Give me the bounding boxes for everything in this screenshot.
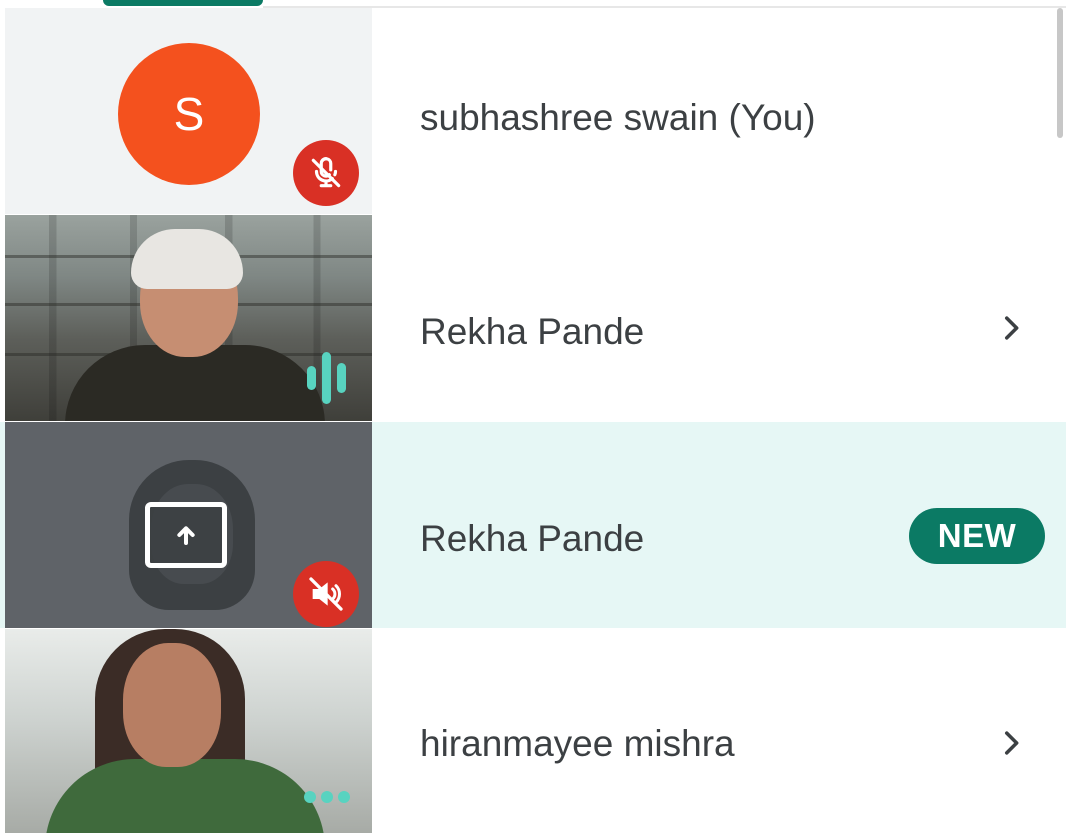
participant-name: subhashree swain (You)	[420, 97, 816, 138]
participant-row-rekha-pande-presentation[interactable]: Rekha Pande NEW	[0, 422, 1066, 628]
mic-off-icon	[293, 140, 359, 206]
scrollbar[interactable]	[1057, 8, 1063, 138]
participants-list: S subhashree swain (You) Rekha Pande Rek…	[0, 8, 1066, 833]
participants-screen: S subhashree swain (You) Rekha Pande Rek…	[0, 0, 1066, 833]
more-icon	[295, 782, 359, 812]
participant-name: hiranmayee mishra	[420, 723, 735, 764]
participant-row-self[interactable]: S subhashree swain (You)	[0, 8, 1066, 214]
chevron-right-icon[interactable]	[994, 311, 1028, 345]
participant-video-tile	[5, 215, 372, 421]
active-tab-indicator	[103, 0, 263, 6]
participant-row-hiranmayee-mishra[interactable]: hiranmayee mishra	[0, 629, 1066, 833]
new-badge: NEW	[909, 508, 1045, 564]
speaking-icon	[297, 349, 355, 407]
video-person-hair	[131, 229, 243, 289]
participant-name: Rekha Pande	[420, 518, 645, 559]
participant-name: Rekha Pande	[420, 311, 645, 352]
participant-presentation-tile	[5, 422, 372, 628]
present-screen-icon	[145, 502, 227, 568]
participant-video-tile	[5, 629, 372, 833]
chevron-right-icon[interactable]	[994, 726, 1028, 760]
participant-tile-self: S	[5, 8, 372, 214]
avatar: S	[118, 43, 260, 185]
volume-off-icon	[293, 561, 359, 627]
avatar-initial: S	[173, 88, 205, 140]
video-person-body	[45, 759, 325, 833]
video-person-head	[123, 643, 221, 767]
participant-row-rekha-pande[interactable]: Rekha Pande	[0, 215, 1066, 421]
